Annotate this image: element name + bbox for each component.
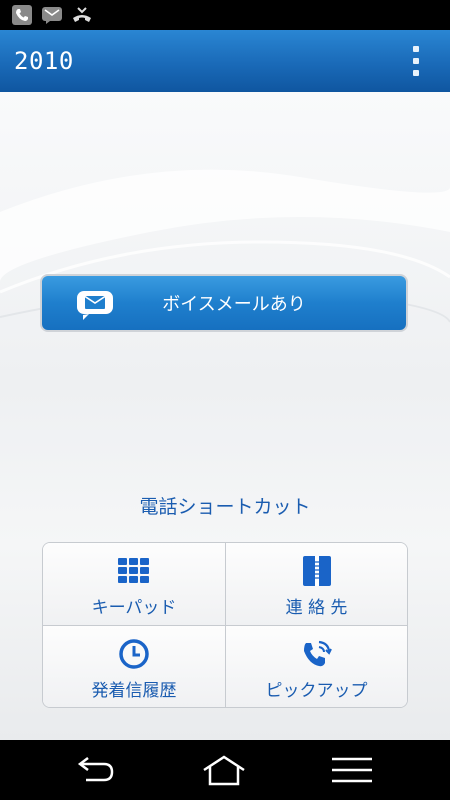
keypad-button[interactable]: キーパッド <box>43 543 225 625</box>
menu-icon[interactable] <box>328 754 376 786</box>
home-icon[interactable] <box>200 754 248 786</box>
pickup-button[interactable]: ピックアップ <box>225 625 407 707</box>
voicemail-icon <box>77 291 113 320</box>
overflow-menu-icon[interactable] <box>412 46 420 76</box>
keypad-icon <box>118 555 150 587</box>
shortcuts-title: 電話ショートカット <box>139 496 311 518</box>
back-icon[interactable] <box>72 754 120 786</box>
pickup-icon <box>301 638 333 670</box>
navigation-bar <box>0 740 450 800</box>
shortcut-grid: キーパッド 連 絡 先 発着信履歴 ピックアップ <box>42 542 408 708</box>
missed-call-icon <box>70 4 94 26</box>
contacts-label: 連 絡 先 <box>285 598 348 618</box>
voicemail-envelope-icon <box>40 4 64 26</box>
pickup-label: ピックアップ <box>265 681 368 701</box>
call-history-button[interactable]: 発着信履歴 <box>43 625 225 707</box>
contacts-icon <box>301 555 333 587</box>
call-history-label: 発着信履歴 <box>91 681 177 701</box>
call-history-icon <box>118 638 150 670</box>
page-title: 2010 <box>14 47 74 75</box>
phone-icon <box>10 4 34 26</box>
action-bar: 2010 <box>0 30 450 92</box>
status-bar <box>0 0 450 30</box>
voicemail-button[interactable]: ボイスメールあり <box>40 274 408 332</box>
main-content: ボイスメールあり 電話ショートカット キーパッド 連 絡 先 発着信履歴 ピック… <box>0 92 450 740</box>
keypad-label: キーパッド <box>91 598 177 618</box>
contacts-button[interactable]: 連 絡 先 <box>225 543 407 625</box>
